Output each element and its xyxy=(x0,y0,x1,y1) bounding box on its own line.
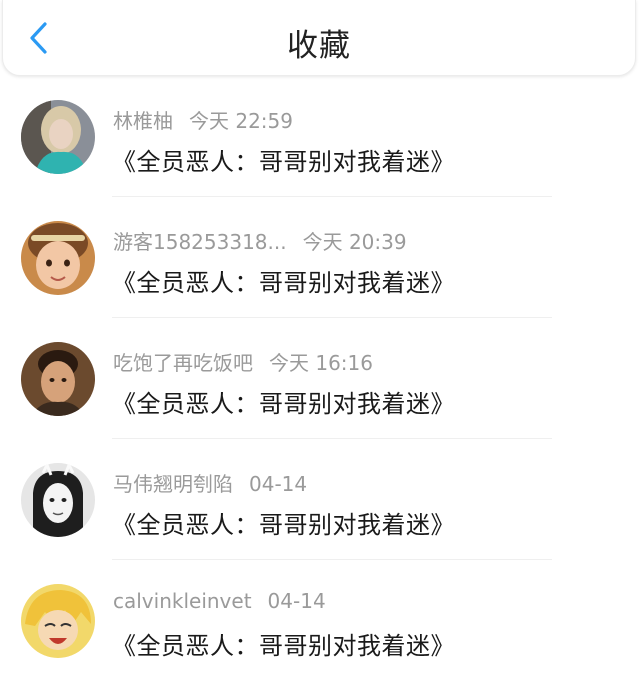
favorite-content[interactable]: 《全员恶人：哥哥别对我着迷》 xyxy=(112,384,455,419)
user-name[interactable]: 吃饱了再吃饭吧 xyxy=(113,351,253,375)
favorites-page: 收藏 林椎柚 今天 22:59 《全员恶人：哥哥别对我着迷》 游客1582533… xyxy=(0,0,640,682)
favorite-content[interactable]: 《全员恶人：哥哥别对我着迷》 xyxy=(112,626,455,661)
avatar[interactable] xyxy=(21,342,95,416)
user-name[interactable]: 林椎柚 xyxy=(113,109,173,133)
favorites-list: 林椎柚 今天 22:59 《全员恶人：哥哥别对我着迷》 游客158253318.. xyxy=(0,76,640,681)
avatar[interactable] xyxy=(21,221,95,295)
favorite-content[interactable]: 《全员恶人：哥哥别对我着迷》 xyxy=(112,142,455,177)
avatar[interactable] xyxy=(21,100,95,174)
item-meta: 吃饱了再吃饭吧 今天 16:16 xyxy=(113,347,373,376)
item-meta: 游客158253318... 今天 20:39 xyxy=(113,226,407,255)
timestamp: 今天 16:16 xyxy=(269,351,373,375)
list-item[interactable]: 林椎柚 今天 22:59 《全员恶人：哥哥别对我着迷》 xyxy=(0,76,640,197)
list-item[interactable]: 吃饱了再吃饭吧 今天 16:16 《全员恶人：哥哥别对我着迷》 xyxy=(0,318,640,439)
list-item[interactable]: 马伟翘明刳陷 04-14 《全员恶人：哥哥别对我着迷》 xyxy=(0,439,640,560)
timestamp: 04-14 xyxy=(267,589,326,613)
timestamp: 04-14 xyxy=(249,472,308,496)
item-meta: 马伟翘明刳陷 04-14 xyxy=(113,468,307,497)
list-item[interactable]: calvinkleinvet 04-14 《全员恶人：哥哥别对我着迷》 xyxy=(0,560,640,681)
item-meta: calvinkleinvet 04-14 xyxy=(113,589,326,613)
user-name[interactable]: 游客158253318... xyxy=(113,230,287,254)
avatar[interactable] xyxy=(21,584,95,658)
favorite-content[interactable]: 《全员恶人：哥哥别对我着迷》 xyxy=(112,505,455,540)
user-name[interactable]: calvinkleinvet xyxy=(113,589,252,613)
navigation-bar: 收藏 xyxy=(2,0,636,76)
avatar[interactable] xyxy=(21,463,95,537)
list-item[interactable]: 游客158253318... 今天 20:39 《全员恶人：哥哥别对我着迷》 xyxy=(0,197,640,318)
timestamp: 今天 20:39 xyxy=(302,230,407,254)
timestamp: 今天 22:59 xyxy=(189,109,293,133)
page-title: 收藏 xyxy=(287,28,351,64)
item-meta: 林椎柚 今天 22:59 xyxy=(113,105,293,134)
favorite-content[interactable]: 《全员恶人：哥哥别对我着迷》 xyxy=(112,263,455,298)
user-name[interactable]: 马伟翘明刳陷 xyxy=(113,472,233,496)
